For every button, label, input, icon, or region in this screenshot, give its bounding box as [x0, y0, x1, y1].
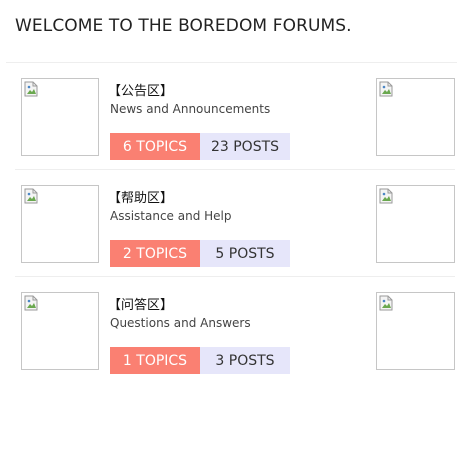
broken-image-icon — [24, 81, 38, 97]
forum-list: 【公告区】 News and Announcements 6 TOPICS 23… — [0, 63, 458, 384]
topics-count-badge: 1 TOPICS — [110, 347, 200, 374]
forum-row[interactable]: 【公告区】 News and Announcements 6 TOPICS 23… — [0, 63, 458, 170]
forum-row[interactable]: 【帮助区】 Assistance and Help 2 TOPICS 5 POS… — [0, 170, 458, 277]
broken-image-icon — [24, 188, 38, 204]
latest-post-thumbnail[interactable] — [376, 78, 455, 156]
latest-post-thumbnail[interactable] — [376, 185, 455, 263]
forum-title[interactable]: 【问答区】 — [108, 294, 173, 313]
forum-stats: 1 TOPICS 3 POSTS — [110, 347, 290, 374]
forum-description: News and Announcements — [110, 102, 271, 116]
forum-title[interactable]: 【公告区】 — [108, 80, 173, 99]
forum-thumbnail[interactable] — [21, 292, 99, 370]
broken-image-icon — [379, 295, 393, 311]
broken-image-icon — [379, 81, 393, 97]
posts-count-badge: 23 POSTS — [200, 133, 290, 160]
forum-title[interactable]: 【帮助区】 — [108, 187, 173, 206]
forum-stats: 2 TOPICS 5 POSTS — [110, 240, 290, 267]
topics-count-badge: 2 TOPICS — [110, 240, 200, 267]
latest-post-thumbnail[interactable] — [376, 292, 455, 370]
posts-count-badge: 5 POSTS — [200, 240, 290, 267]
posts-count-badge: 3 POSTS — [200, 347, 290, 374]
broken-image-icon — [24, 295, 38, 311]
topics-count-badge: 6 TOPICS — [110, 133, 200, 160]
forum-stats: 6 TOPICS 23 POSTS — [110, 133, 290, 160]
page-title: WELCOME TO THE BOREDOM FORUMS. — [15, 16, 352, 36]
broken-image-icon — [379, 188, 393, 204]
forum-description: Questions and Answers — [110, 316, 251, 330]
forum-thumbnail[interactable] — [21, 78, 99, 156]
forum-thumbnail[interactable] — [21, 185, 99, 263]
forum-row[interactable]: 【问答区】 Questions and Answers 1 TOPICS 3 P… — [0, 277, 458, 384]
forum-description: Assistance and Help — [110, 209, 232, 223]
